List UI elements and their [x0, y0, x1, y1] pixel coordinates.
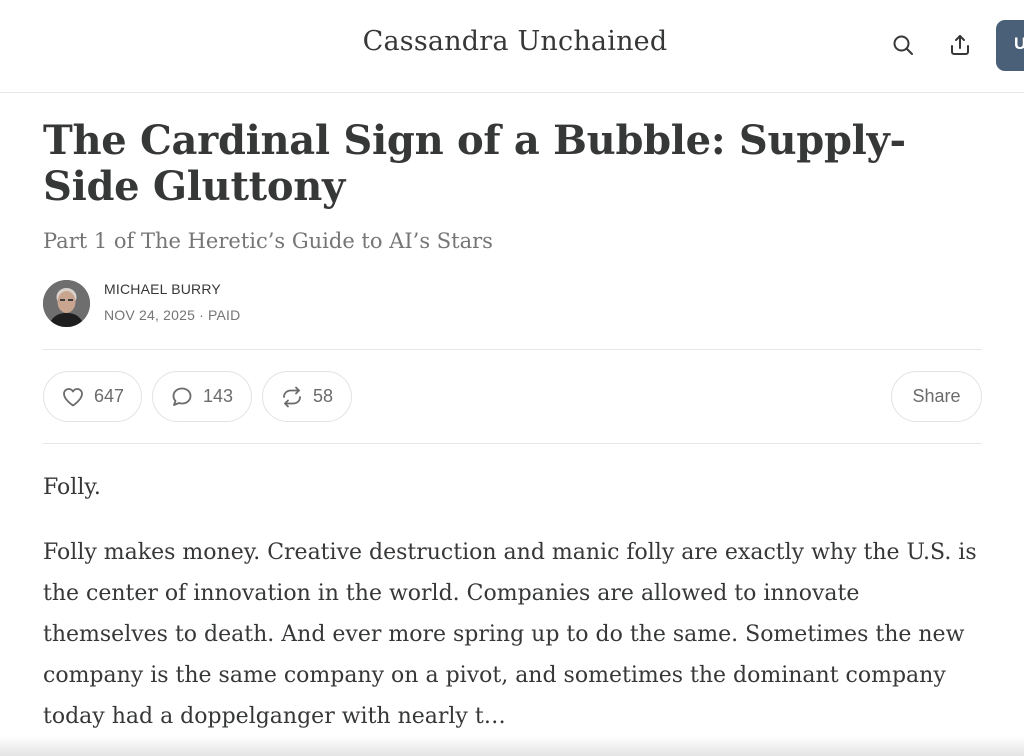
share-top-button[interactable] — [945, 30, 975, 60]
search-button[interactable] — [888, 30, 918, 60]
comment-button[interactable]: 143 — [152, 371, 252, 422]
restack-button[interactable]: 58 — [262, 371, 352, 422]
comment-bubble-icon — [172, 387, 192, 406]
share-upload-icon — [951, 35, 969, 55]
like-button[interactable]: 647 — [43, 371, 142, 422]
author-name[interactable]: MICHAEL BURRY — [104, 281, 221, 297]
post-access-badge: PAID — [208, 307, 241, 323]
divider-top — [43, 349, 982, 350]
divider-bottom — [43, 443, 982, 444]
heart-icon — [63, 387, 83, 406]
body-paragraph: Folly makes money. Creative destruction … — [43, 540, 977, 729]
user-menu-button[interactable]: U — [996, 20, 1024, 71]
user-button-label: U — [1014, 34, 1024, 53]
post-title: The Cardinal Sign of a Bubble: Supply-Si… — [43, 117, 906, 210]
author-photo — [43, 280, 90, 327]
restack-icon — [283, 386, 301, 407]
share-button[interactable]: Share — [891, 371, 982, 422]
post-date: NOV 24, 2025 — [104, 307, 196, 323]
comment-count: 143 — [203, 386, 234, 406]
body-paragraph: Folly. — [43, 475, 101, 500]
share-button-label: Share — [912, 386, 961, 406]
author-avatar[interactable] — [43, 280, 90, 327]
top-navigation-bar: Cassandra Unchained U — [0, 0, 1024, 93]
meta-separator: · — [199, 307, 204, 323]
like-count: 647 — [94, 386, 125, 406]
paywall-fade — [0, 736, 1024, 756]
search-icon — [893, 35, 913, 55]
restack-count: 58 — [313, 386, 334, 406]
post-meta: NOV 24, 2025 · PAID — [104, 307, 240, 323]
post-subtitle: Part 1 of The Heretic’s Guide to AI’s St… — [43, 229, 493, 253]
publication-title[interactable]: Cassandra Unchained — [0, 26, 1024, 57]
